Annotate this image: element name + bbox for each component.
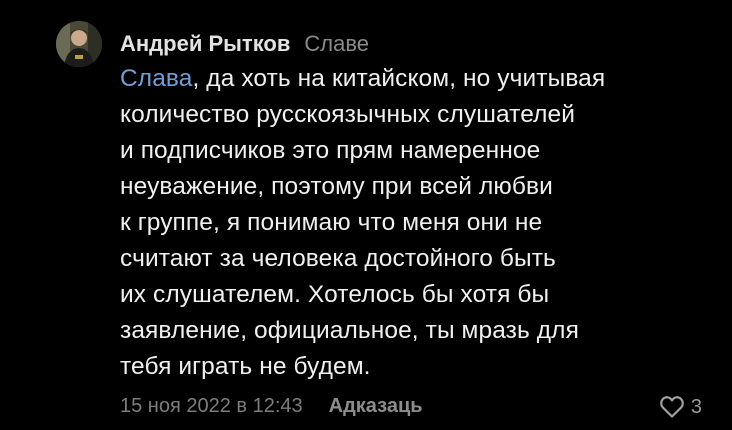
- comment-meta: 15 ноя 2022 в 12:43 Адказаць: [120, 391, 423, 421]
- avatar-photo: [56, 21, 102, 67]
- comment: Андрей Рытков Славе Слава, да хоть на ки…: [0, 0, 732, 430]
- reply-button[interactable]: Адказаць: [329, 395, 423, 418]
- heart-outline-icon: [660, 396, 684, 418]
- comment-line-text: , да хоть на китайском, но учитывая: [192, 65, 606, 92]
- comment-line: их слушателем. Хотелось бы хотя бы: [120, 281, 550, 308]
- comment-line: считают за человека достойного быть: [120, 245, 556, 272]
- comment-line: к группе, я понимаю что меня они не: [120, 209, 543, 236]
- comment-header: Андрей Рытков Славе: [120, 26, 369, 62]
- comment-line: и подписчиков это прям намеренное: [120, 137, 541, 164]
- comment-line: количество русскоязычных слушателей: [120, 101, 576, 128]
- reply-to-name[interactable]: Славе: [304, 31, 369, 57]
- author-name[interactable]: Андрей Рытков: [120, 31, 290, 57]
- comment-text: Слава, да хоть на китайском, но учитывая…: [120, 61, 720, 385]
- like-count: 3: [690, 395, 702, 418]
- comment-line: заявление, официальное, ты мразь для: [120, 317, 579, 344]
- comment-line: неуважение, поэтому при всей любви: [120, 173, 553, 200]
- mention-link[interactable]: Слава: [120, 65, 192, 92]
- comment-line: тебя играть не будем.: [120, 353, 371, 380]
- comment-line: Слава, да хоть на китайском, но учитывая: [120, 61, 720, 97]
- like-button[interactable]: 3: [659, 392, 702, 422]
- timestamp[interactable]: 15 ноя 2022 в 12:43: [120, 395, 303, 418]
- avatar[interactable]: [56, 21, 102, 67]
